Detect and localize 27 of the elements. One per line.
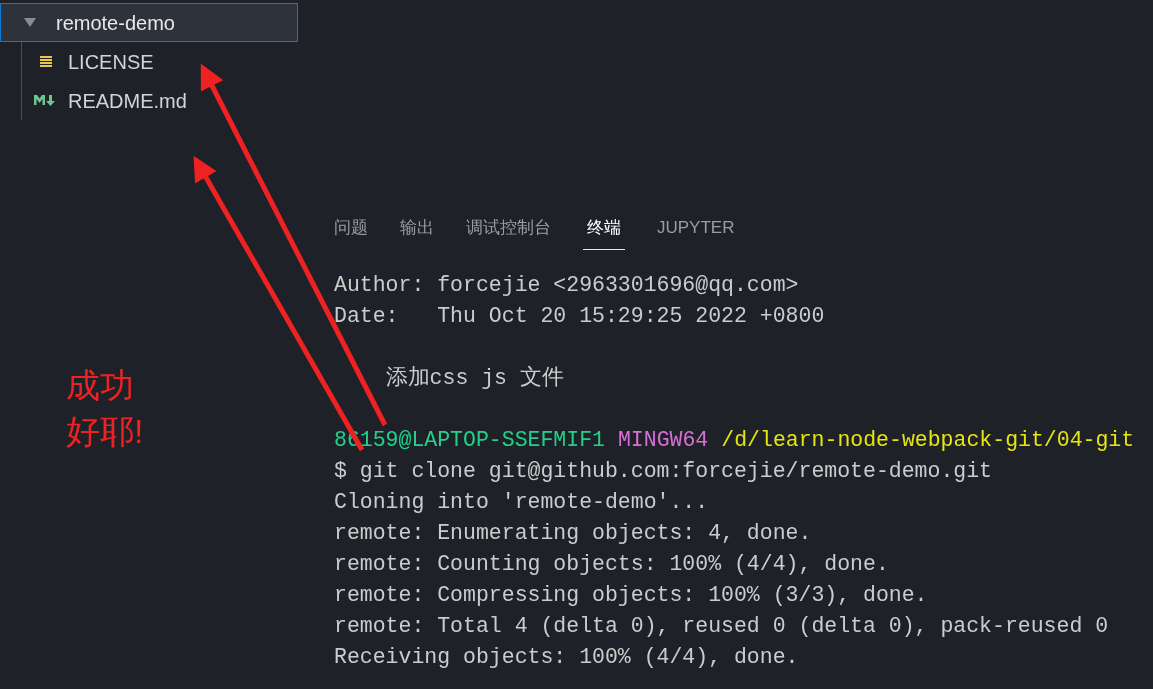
annotation-text: 成功 好耶! (66, 365, 144, 452)
terminal-text: remote: Compressing objects: 100% (3/3), done. (334, 582, 928, 609)
terminal-text: Receiving objects: 100% (4/4), done. (334, 644, 799, 671)
terminal-text: 添加css js 文件 (384, 364, 564, 392)
lines-icon (39, 56, 52, 67)
folder-row[interactable]: remote-demo (0, 3, 298, 42)
panel-tab[interactable]: 终端 (583, 214, 625, 250)
file-name: LICENSE (68, 49, 154, 75)
markdown-icon (33, 94, 58, 107)
terminal-text: MINGW64 (617, 427, 709, 454)
panel-tab[interactable]: JUPYTER (657, 214, 735, 250)
terminal-text: Date: Thu Oct 20 15:29:25 2022 +0800 (334, 303, 825, 330)
terminal-text: Cloning into 'remote-demo'... (334, 489, 709, 516)
terminal-text: remote: Counting objects: 100% (4/4), done. (334, 551, 889, 578)
file-name: README.md (68, 88, 187, 114)
terminal-text: remote: Enumerating objects: 4, done. (334, 520, 812, 547)
terminal-text: /d/learn-node-webpack-git/04-git (721, 427, 1135, 454)
file-row[interactable]: README.md (22, 81, 298, 120)
terminal-text: remote: Total 4 (delta 0), reused 0 (delta 0), pack-reused 0 (334, 613, 1109, 640)
panel-tab[interactable]: 输出 (400, 214, 434, 250)
file-row[interactable]: LICENSE (22, 42, 298, 81)
panel-tab[interactable]: 问题 (334, 214, 368, 250)
folder-name: remote-demo (56, 10, 175, 36)
caret-icon[interactable] (24, 18, 36, 27)
terminal-text: Author: forcejie <2963301696@qq.com> (334, 272, 799, 299)
panel-tab[interactable]: 调试控制台 (466, 214, 551, 250)
terminal-text: $ git clone git@github.com:forcejie/remote-demo.git (334, 458, 992, 485)
